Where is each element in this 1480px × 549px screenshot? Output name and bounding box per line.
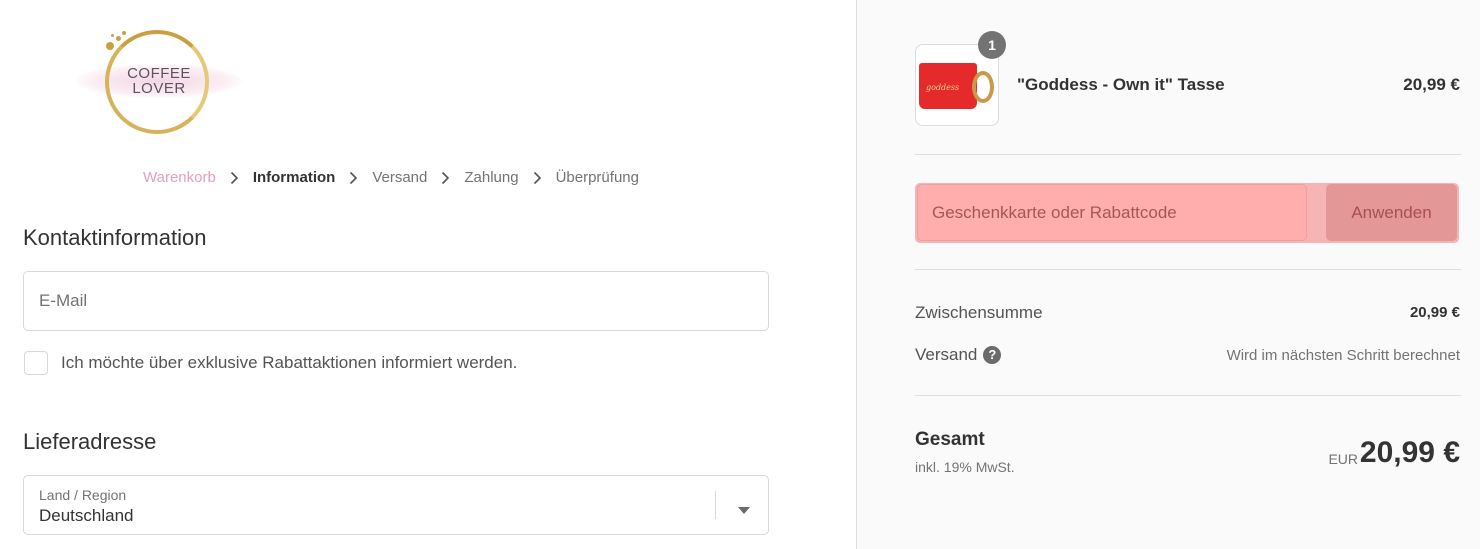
subtotal-label: Zwischensumme	[915, 303, 1043, 322]
chevron-right-icon	[216, 169, 253, 186]
mug-handle	[972, 71, 994, 103]
chevron-right-icon	[427, 169, 464, 186]
select-divider	[715, 491, 716, 519]
shipping-value: Wird im nächsten Schritt berechnet	[1226, 347, 1460, 364]
subtotal-value: 20,99 €	[1409, 304, 1460, 321]
breadcrumb-review: Überprüfung	[555, 168, 639, 186]
shipping-section-title: Lieferadresse	[23, 429, 157, 454]
total-currency: EUR	[1328, 451, 1358, 467]
shipping-row-label: Versand?	[915, 345, 1002, 365]
total-amount: 20,99 €	[1359, 436, 1460, 469]
breadcrumb-cart[interactable]: Warenkorb	[143, 169, 216, 186]
breadcrumb: Warenkorb Information Versand Zahlung Üb…	[143, 166, 639, 188]
tax-note: inkl. 19% MwSt.	[915, 459, 1015, 475]
contact-section-title: Kontaktinformation	[23, 225, 207, 250]
email-input[interactable]	[24, 272, 768, 330]
newsletter-option[interactable]: Ich möchte über exklusive Rabattaktionen…	[24, 351, 517, 375]
caret-down-icon[interactable]	[738, 501, 750, 519]
logo-text: COFFEE LOVER	[114, 66, 204, 96]
newsletter-label: Ich möchte über exklusive Rabattaktionen…	[61, 353, 518, 372]
logo-splash-dot	[111, 34, 114, 37]
apply-discount-button[interactable]: Anwenden	[1326, 184, 1457, 241]
discount-code-field[interactable]	[917, 184, 1307, 241]
help-icon[interactable]: ?	[983, 346, 1002, 364]
country-select-value: Deutschland	[39, 506, 134, 525]
mug-script-text: goddess	[926, 83, 960, 92]
discount-form: Anwenden	[915, 183, 1459, 243]
email-field[interactable]	[23, 271, 769, 331]
logo-text-line1: COFFEE	[127, 65, 191, 82]
divider	[915, 154, 1461, 155]
order-summary: goddess 1 "Goddess - Own it" Tasse 20,99…	[856, 0, 1480, 549]
breadcrumb-payment: Zahlung	[464, 168, 519, 186]
newsletter-checkbox[interactable]	[24, 351, 48, 375]
logo-splash-dot	[116, 36, 121, 41]
total-label: Gesamt	[915, 429, 985, 450]
checkout-main: COFFEE LOVER Warenkorb Information Versa…	[0, 0, 856, 549]
chevron-right-icon	[335, 169, 372, 186]
logo-splash-dot	[122, 31, 126, 35]
country-select[interactable]: Land / Region Deutschland	[23, 475, 769, 535]
breadcrumb-shipping: Versand	[372, 168, 428, 186]
shipping-label: Versand	[915, 345, 978, 364]
product-name: "Goddess - Own it" Tasse	[1017, 75, 1225, 94]
product-thumbnail: goddess 1	[915, 31, 1006, 126]
product-price: 20,99 €	[1403, 75, 1460, 94]
logo-splash-dot	[106, 42, 114, 50]
chevron-right-icon	[519, 169, 556, 186]
discount-code-input[interactable]	[918, 185, 1306, 240]
store-logo[interactable]: COFFEE LOVER	[76, 26, 242, 136]
country-select-label: Land / Region	[39, 487, 127, 503]
divider	[915, 395, 1461, 396]
quantity-badge: 1	[978, 31, 1006, 59]
logo-text-line2: LOVER	[132, 80, 186, 97]
breadcrumb-information: Information	[252, 168, 336, 186]
divider	[915, 269, 1461, 270]
